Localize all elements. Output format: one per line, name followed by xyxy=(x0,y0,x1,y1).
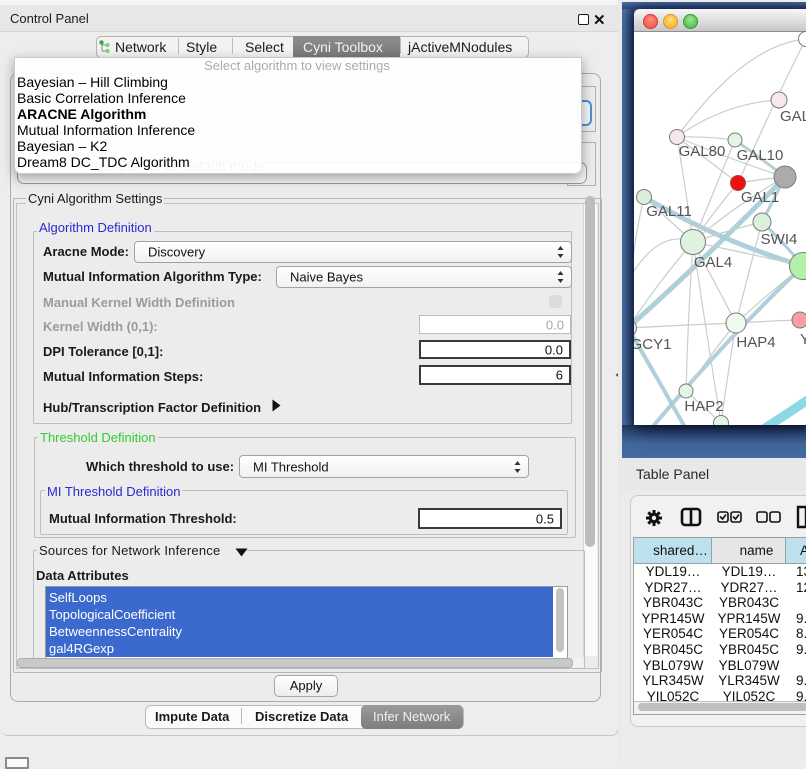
svg-text:GAL7: GAL7 xyxy=(780,108,806,125)
svg-text:HAP2: HAP2 xyxy=(684,398,723,415)
svg-text:GAL4: GAL4 xyxy=(694,254,732,271)
svg-text:GAL10: GAL10 xyxy=(737,147,784,164)
svg-text:HAP4: HAP4 xyxy=(736,334,775,351)
svg-text:GAL1: GAL1 xyxy=(741,189,779,206)
svg-text:GAL11: GAL11 xyxy=(646,203,692,220)
svg-text:SWI4: SWI4 xyxy=(761,231,798,248)
svg-text:GCY1: GCY1 xyxy=(634,336,671,353)
svg-text:GAL80: GAL80 xyxy=(679,143,726,160)
svg-text:Y: Y xyxy=(800,331,806,348)
